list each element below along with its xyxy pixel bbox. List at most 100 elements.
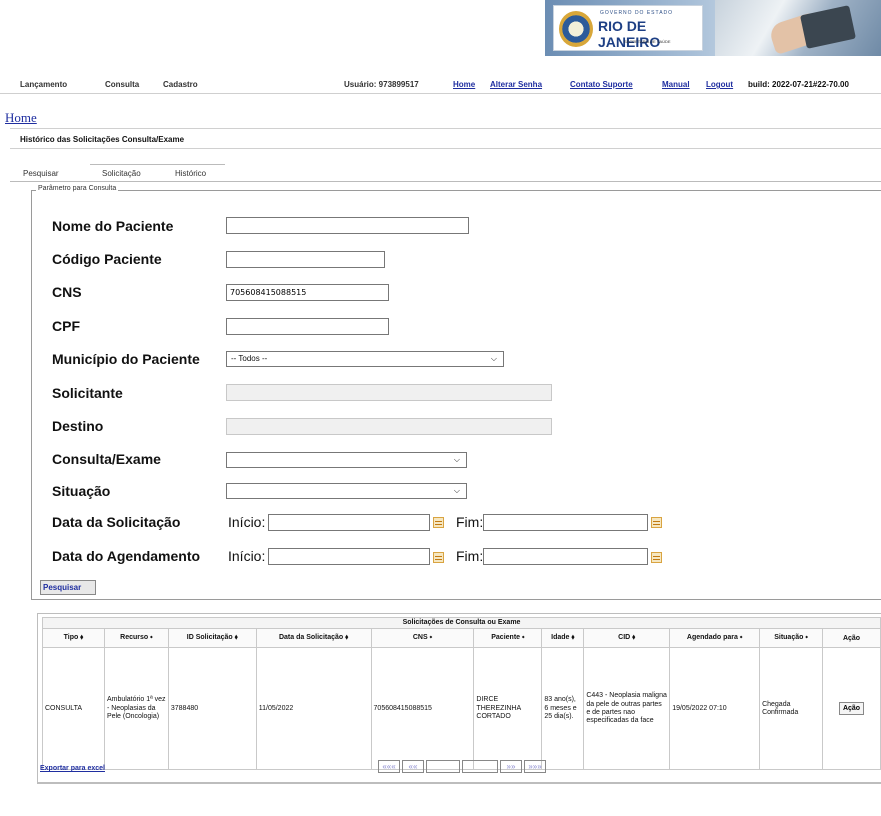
tab-pesquisar[interactable]: Pesquisar — [23, 169, 59, 178]
consulta-exame-label: Consulta/Exame — [52, 451, 161, 467]
cell-tipo: CONSULTA — [42, 647, 105, 771]
col-idade[interactable]: Idade ⬧ — [541, 628, 585, 649]
data-agendamento-fim-input[interactable] — [483, 548, 648, 565]
codigo-paciente-input[interactable] — [226, 251, 385, 268]
cns-input[interactable] — [226, 284, 389, 301]
consulta-exame-select[interactable]: ⌵ — [226, 452, 467, 468]
municipio-select[interactable]: -- Todos -- ⌵ — [226, 351, 504, 367]
col-recurso[interactable]: Recurso ⬩ — [103, 628, 169, 649]
table-header-row: Tipo ⬧ Recurso ⬩ ID Solicitação ⬧ Data d… — [42, 628, 881, 649]
cell-cns: 705608415088515 — [370, 647, 475, 771]
logo-line-rio: RIO DE JANEIRO — [598, 18, 661, 50]
export-excel-link[interactable]: Exportar para excel — [40, 765, 105, 772]
contato-suporte-link[interactable]: Contato Suporte — [570, 80, 633, 89]
data-agendamento-inicio-input[interactable] — [268, 548, 430, 565]
calendar-icon[interactable] — [433, 552, 444, 563]
data-solicitacao-label: Data da Solicitação — [52, 514, 181, 530]
page-count-box — [462, 760, 498, 773]
calendar-icon[interactable] — [651, 552, 662, 563]
codigo-label: Código Paciente — [52, 251, 162, 267]
calendar-icon[interactable] — [433, 517, 444, 528]
home-nav-link[interactable]: Home — [453, 80, 475, 89]
col-acao: Ação — [822, 628, 881, 649]
col-cns[interactable]: CNS ⬩ — [370, 628, 475, 649]
results-table: Solicitações de Consulta ou Exame Tipo ⬧… — [42, 616, 881, 771]
pesquisar-button[interactable]: Pesquisar — [40, 580, 96, 595]
top-navigation: Lançamento Consulta Cadastro Usuário: 97… — [0, 74, 881, 94]
pagination: ««« «« »» »»» — [378, 760, 548, 773]
page-title: Histórico das Solicitações Consulta/Exam… — [20, 135, 185, 144]
fim-label: Fim: — [456, 548, 484, 564]
inicio-label: Início: — [228, 514, 266, 530]
menu-lancamento[interactable]: Lançamento — [20, 80, 67, 89]
col-cid[interactable]: CID ⬧ — [583, 628, 671, 649]
chevron-down-icon: ⌵ — [453, 455, 460, 464]
tab-divider — [10, 181, 881, 182]
divider — [37, 783, 881, 784]
cell-situacao: Chegada Confirmada — [759, 647, 823, 771]
col-paciente[interactable]: Paciente ⬩ — [473, 628, 543, 649]
photo-tablet — [800, 5, 856, 49]
last-page-button[interactable]: »»» — [524, 760, 546, 773]
state-seal-icon — [559, 11, 593, 47]
cpf-label: CPF — [52, 318, 80, 334]
home-breadcrumb-link[interactable]: Home — [5, 110, 37, 126]
col-id-solicitacao[interactable]: ID Solicitação ⬧ — [167, 628, 257, 649]
nome-paciente-input[interactable] — [226, 217, 469, 234]
cns-label: CNS — [52, 284, 82, 300]
situacao-select[interactable]: ⌵ — [226, 483, 467, 499]
cell-agendado: 19/05/2022 07:10 — [669, 647, 761, 771]
destino-label: Destino — [52, 418, 104, 434]
col-data-solicitacao[interactable]: Data da Solicitação ⬧ — [255, 628, 372, 649]
cell-paciente: DIRCE THEREZINHA CORTADO — [473, 647, 543, 771]
municipio-label: Município do Paciente — [52, 351, 200, 367]
divider — [10, 148, 881, 149]
municipio-value: -- Todos -- — [231, 354, 268, 363]
col-tipo[interactable]: Tipo ⬧ — [42, 628, 105, 649]
fim-label: Fim: — [456, 514, 484, 530]
menu-consulta[interactable]: Consulta — [105, 80, 139, 89]
alterar-senha-link[interactable]: Alterar Senha — [490, 80, 542, 89]
solicitante-label: Solicitante — [52, 385, 123, 401]
government-logo: GOVERNO DO ESTADO RIO DE JANEIRO SECRETA… — [553, 5, 703, 51]
cell-idade: 83 ano(s), 6 meses e 25 dia(s). — [541, 647, 585, 771]
calendar-icon[interactable] — [651, 517, 662, 528]
chevron-down-icon: ⌵ — [453, 486, 460, 495]
inicio-label: Início: — [228, 548, 266, 564]
data-solicitacao-inicio-input[interactable] — [268, 514, 430, 531]
col-situacao[interactable]: Situação ⬩ — [759, 628, 823, 649]
first-page-button[interactable]: ««« — [378, 760, 400, 773]
logout-link[interactable]: Logout — [706, 80, 733, 89]
results-caption: Solicitações de Consulta ou Exame — [42, 616, 881, 630]
logo-line-secretaria: SECRETARIA DE SAÚDE — [624, 39, 671, 44]
cell-data: 11/05/2022 — [255, 647, 372, 771]
cell-id: 3788480 — [167, 647, 257, 771]
menu-cadastro[interactable]: Cadastro — [163, 80, 198, 89]
prev-page-button[interactable]: «« — [402, 760, 424, 773]
cell-cid: C443 - Neoplasia maligna da pele de outr… — [583, 647, 671, 771]
situacao-label: Situação — [52, 483, 111, 499]
tab-historico[interactable]: Histórico — [175, 169, 206, 178]
tab-highlight — [90, 164, 225, 165]
acao-button[interactable]: Ação — [838, 702, 865, 716]
manual-link[interactable]: Manual — [662, 80, 690, 89]
tab-solicitacao[interactable]: Solicitação — [102, 169, 141, 178]
page-number-box[interactable] — [426, 760, 460, 773]
divider — [10, 128, 881, 129]
cell-recurso: Ambulatório 1ª vez - Neoplasias da Pele … — [103, 647, 169, 771]
data-agendamento-label: Data do Agendamento — [52, 548, 201, 564]
table-row: CONSULTA Ambulatório 1ª vez - Neoplasias… — [42, 647, 881, 771]
cpf-input[interactable] — [226, 318, 389, 335]
header-banner: GOVERNO DO ESTADO RIO DE JANEIRO SECRETA… — [545, 0, 881, 56]
fieldset-legend: Parâmetro para Consulta — [36, 185, 119, 192]
destino-input — [226, 418, 552, 435]
build-label: build: 2022-07-21#22-70.00 — [748, 80, 849, 89]
user-id-label: Usuário: 973899517 — [344, 80, 419, 89]
logo-line-governo: GOVERNO DO ESTADO — [600, 10, 674, 16]
chevron-down-icon: ⌵ — [490, 354, 497, 363]
next-page-button[interactable]: »» — [500, 760, 522, 773]
data-solicitacao-fim-input[interactable] — [483, 514, 648, 531]
nome-label: Nome do Paciente — [52, 218, 174, 234]
solicitante-input — [226, 384, 552, 401]
col-agendado[interactable]: Agendado para ⬩ — [669, 628, 761, 649]
